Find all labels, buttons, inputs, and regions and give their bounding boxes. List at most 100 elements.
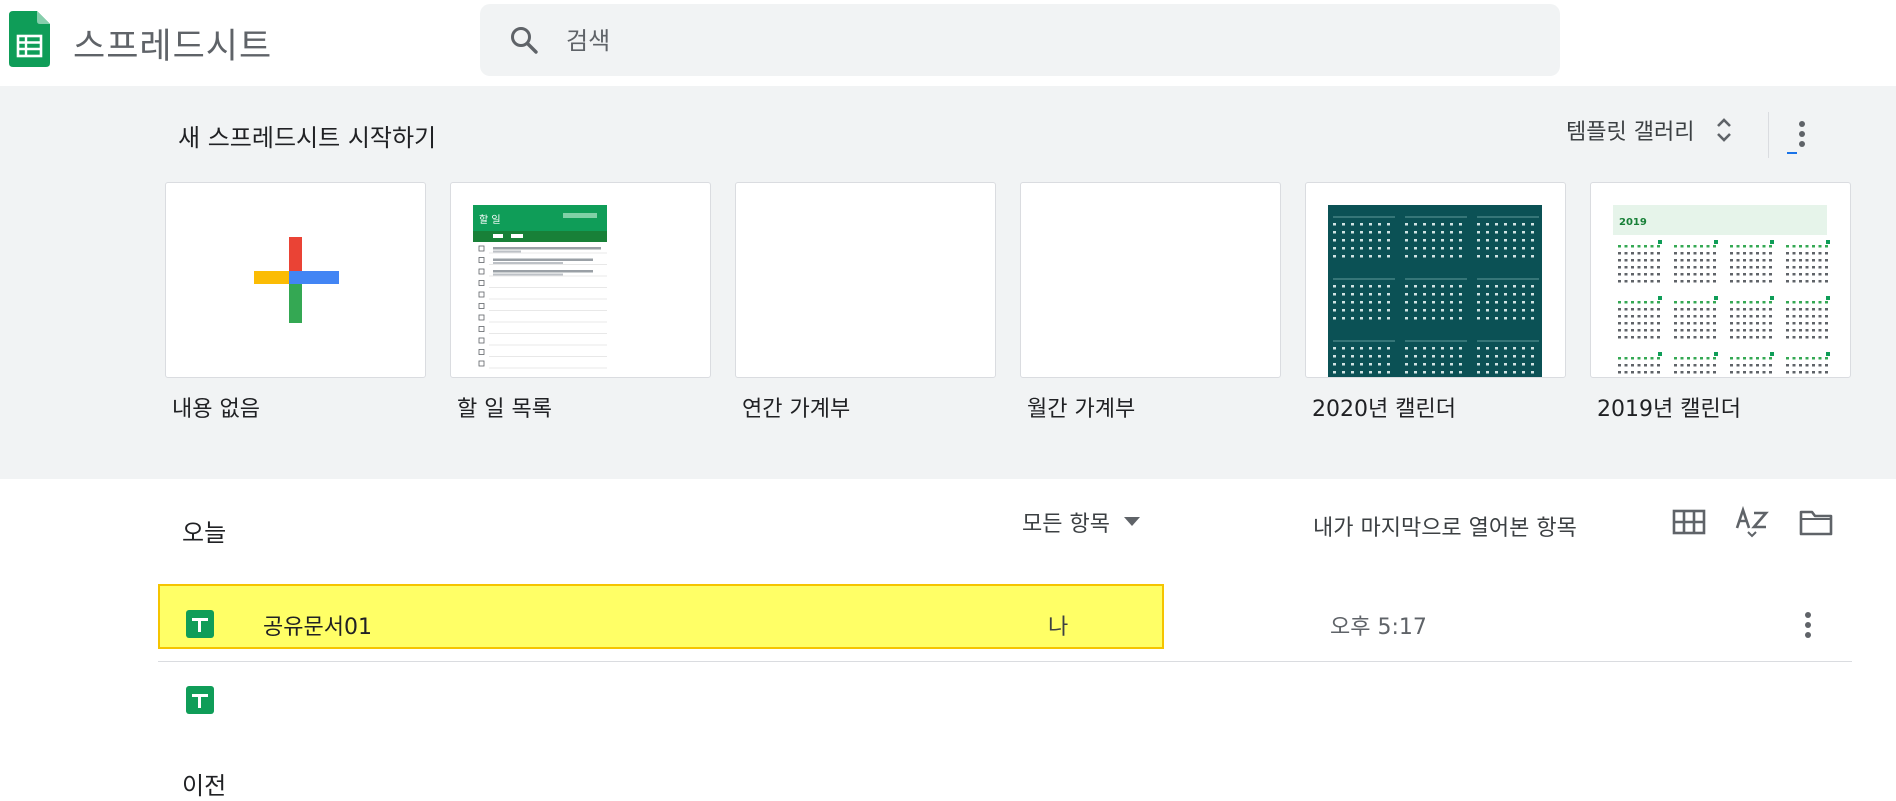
calendar-day [1818, 252, 1822, 255]
template-gallery-button[interactable]: 템플릿 갤러리 [1566, 110, 1736, 150]
calendar-day [1637, 315, 1641, 318]
calendar-day [1657, 329, 1660, 332]
calendar-day [1730, 371, 1733, 374]
calendar-day [1360, 371, 1363, 374]
calendar-day [1486, 309, 1489, 312]
calendar-day [1513, 301, 1516, 304]
calendar-day [1405, 317, 1408, 320]
calendar-day [1657, 273, 1660, 276]
calendar-day [1631, 259, 1634, 262]
calendar-day [1743, 280, 1746, 283]
calendar-day [1825, 357, 1828, 360]
calendar-day [1387, 255, 1390, 258]
calendar-day [1736, 371, 1740, 374]
file-name[interactable]: 공유문서01 [263, 609, 372, 641]
sort-by-last-opened[interactable]: 내가 마지막으로 열어본 항목 [1313, 510, 1577, 542]
template-card-blank[interactable] [165, 182, 426, 378]
calendar-day [1674, 315, 1677, 318]
calendar-day [1495, 355, 1498, 358]
app-title[interactable]: 스프레드시트 [73, 18, 272, 69]
calendar-day [1624, 322, 1628, 325]
search-input[interactable] [564, 18, 1468, 64]
calendar-day [1513, 285, 1516, 288]
calendar-day [1624, 371, 1628, 374]
calendar-day [1713, 357, 1716, 360]
calendar-day [1360, 309, 1363, 312]
owner-filter-dropdown[interactable]: 모든 항목 [1022, 506, 1140, 538]
calendar-day [1333, 317, 1336, 320]
divider [1768, 112, 1769, 158]
calendar-day [1531, 371, 1534, 374]
calendar-day [1624, 252, 1628, 255]
calendar-day [1644, 280, 1647, 283]
sheets-file-icon [186, 610, 214, 638]
calendar-day [1342, 309, 1345, 312]
calendar-day [1459, 355, 1462, 358]
row-divider [158, 661, 1852, 662]
calendar-day [1700, 259, 1703, 262]
template-card-todo[interactable]: 할 일 [450, 182, 711, 378]
calendar-day [1450, 231, 1453, 234]
calendar-day [1351, 347, 1354, 350]
calendar-day [1631, 301, 1634, 304]
calendar-day [1680, 357, 1684, 360]
template-gallery-label: 템플릿 갤러리 [1566, 120, 1695, 145]
calendar-day [1369, 239, 1372, 242]
calendar-day [1713, 308, 1716, 311]
calendar-day [1799, 357, 1802, 360]
template-card-monthly-budget[interactable] [1020, 182, 1281, 378]
calendar-day [1706, 329, 1710, 332]
calendar-day [1792, 357, 1796, 360]
calendar-day [1387, 301, 1390, 304]
grid-view-icon[interactable] [1672, 508, 1706, 536]
calendar-day [1387, 363, 1390, 366]
calendar-day [1769, 357, 1772, 360]
calendar-day [1378, 301, 1381, 304]
calendar-day [1805, 357, 1809, 360]
more-options-icon[interactable] [1790, 116, 1814, 152]
calendar-day [1495, 285, 1498, 288]
calendar-day [1786, 301, 1789, 304]
calendar-day [1825, 308, 1828, 311]
calendar-day [1786, 259, 1789, 262]
calendar-day [1432, 239, 1435, 242]
folder-icon[interactable] [1799, 508, 1833, 536]
calendar-day [1342, 223, 1345, 226]
calendar-day [1342, 347, 1345, 350]
calendar-day [1762, 315, 1766, 318]
calendar-day [1637, 280, 1641, 283]
calendar-day [1450, 223, 1453, 226]
calendar-day [1674, 308, 1677, 311]
calendar-day [1769, 266, 1772, 269]
calendar-day [1799, 301, 1802, 304]
sort-az-icon[interactable] [1735, 506, 1769, 538]
calendar-day [1756, 280, 1759, 283]
calendar-day [1756, 315, 1759, 318]
calendar-day [1342, 293, 1345, 296]
template-card-annual-budget[interactable] [735, 182, 996, 378]
calendar-day [1459, 255, 1462, 258]
calendar-day [1618, 329, 1621, 332]
calendar-day [1631, 308, 1634, 311]
calendar-flag [1826, 240, 1830, 244]
calendar-day [1531, 317, 1534, 320]
calendar-day [1414, 301, 1417, 304]
calendar-day [1706, 301, 1710, 304]
calendar-day [1644, 308, 1647, 311]
search-icon[interactable] [508, 24, 540, 56]
calendar-day [1360, 255, 1363, 258]
calendar-day [1624, 280, 1628, 283]
google-sheets-logo-icon[interactable] [9, 11, 50, 67]
calendar-day [1818, 364, 1822, 367]
calendar-day [1513, 223, 1516, 226]
more-options-icon[interactable] [1796, 608, 1820, 642]
search-bar[interactable] [480, 4, 1560, 76]
calendar-day [1743, 308, 1746, 311]
calendar-day [1387, 231, 1390, 234]
calendar-day [1333, 347, 1336, 350]
template-card-calendar-2020[interactable] [1305, 182, 1566, 378]
calendar-day [1637, 364, 1641, 367]
sheets-file-icon[interactable] [186, 686, 214, 714]
calendar-day [1713, 280, 1716, 283]
template-card-calendar-2019[interactable]: 2019 [1590, 182, 1851, 378]
